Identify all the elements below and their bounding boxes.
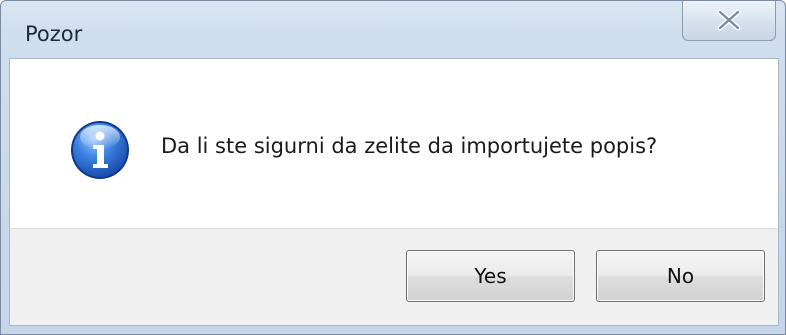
close-icon [717, 9, 741, 31]
title-bar[interactable]: Pozor [1, 1, 785, 58]
info-icon [71, 121, 129, 179]
dialog-content: Da li ste sigurni da zelite da importuje… [9, 58, 779, 326]
yes-button[interactable]: Yes [406, 250, 575, 302]
window-title: Pozor [25, 22, 83, 46]
no-button[interactable]: No [596, 250, 765, 302]
message-area: Da li ste sigurni da zelite da importuje… [10, 59, 778, 228]
dialog-window: Pozor Da li ste sigurni da zelite da imp… [0, 0, 786, 335]
message-text: Da li ste sigurni da zelite da importuje… [161, 134, 658, 158]
button-area: Yes No [10, 228, 778, 325]
close-button[interactable] [682, 1, 776, 41]
